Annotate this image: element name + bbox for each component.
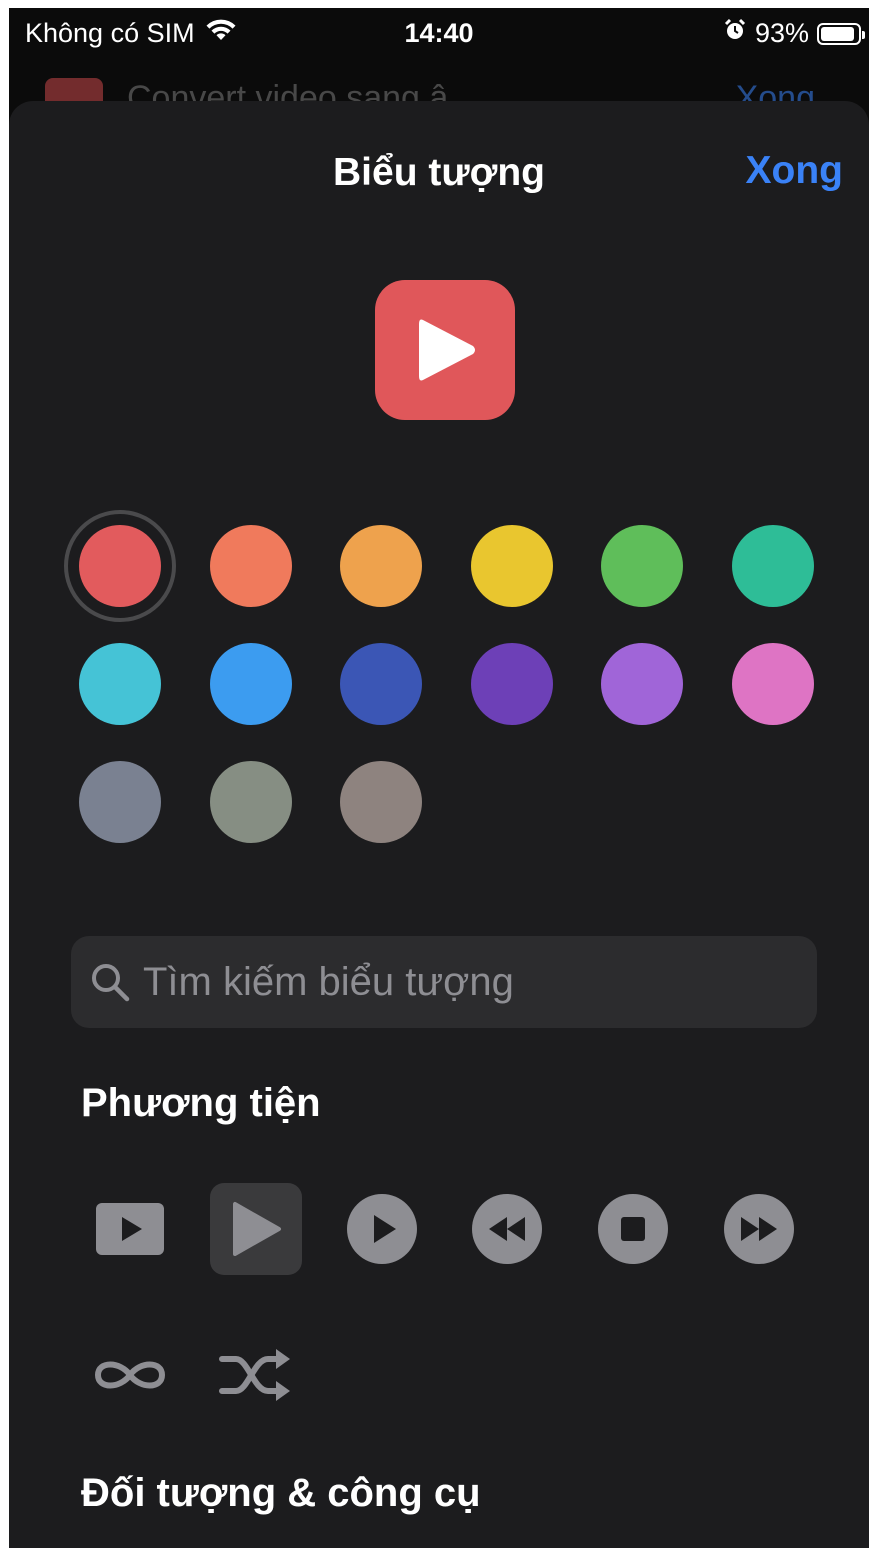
search-icon <box>89 961 131 1003</box>
glyph-forward-circle[interactable] <box>713 1183 805 1275</box>
color-swatch-indigo[interactable] <box>340 643 422 725</box>
play-icon <box>233 1202 281 1256</box>
battery-icon <box>817 22 865 45</box>
section-title-objects-tools: Đối tượng & công cụ <box>81 1471 481 1515</box>
battery-percent: 93% <box>754 18 809 48</box>
color-swatch-orange[interactable] <box>209 525 292 607</box>
glyph-infinity[interactable] <box>84 1329 176 1421</box>
color-swatch-red[interactable] <box>79 525 161 607</box>
color-swatch-yellow[interactable] <box>470 525 553 607</box>
done-button[interactable]: Xong <box>746 149 843 193</box>
section-title-media: Phương tiện <box>81 1081 321 1125</box>
glyph-stop-circle[interactable] <box>587 1183 679 1275</box>
glyph-shuffle[interactable] <box>210 1329 302 1421</box>
shuffle-icon <box>219 1349 290 1401</box>
color-swatch-sage[interactable] <box>209 761 292 843</box>
stop-circle-icon <box>598 1194 668 1264</box>
search-field[interactable] <box>71 936 817 1028</box>
color-swatch-pink[interactable] <box>731 643 814 725</box>
search-input[interactable] <box>141 958 785 1006</box>
infinity-icon <box>94 1361 166 1389</box>
glyph-play-circle[interactable] <box>336 1183 428 1275</box>
color-swatch-teal[interactable] <box>731 525 814 607</box>
color-swatch-amber[interactable] <box>340 525 422 607</box>
forward-circle-icon <box>724 1194 794 1264</box>
color-swatch-taupe[interactable] <box>340 761 422 843</box>
sheet-title: Biểu tượng <box>333 151 545 194</box>
play-icon <box>419 319 475 381</box>
play-rectangle-icon <box>96 1203 164 1255</box>
glyph-play-rectangle[interactable] <box>84 1183 176 1275</box>
screen: Không có SIM 14:40 93% Convert video san… <box>9 8 869 1548</box>
battery-fill <box>821 26 855 41</box>
color-swatch-blue[interactable] <box>209 643 292 725</box>
backward-circle-icon <box>472 1194 542 1264</box>
color-swatch-cyan[interactable] <box>79 643 161 725</box>
glyph-play[interactable] <box>210 1183 302 1275</box>
glyph-backward-circle[interactable] <box>461 1183 553 1275</box>
status-bar: Không có SIM 14:40 93% <box>9 8 869 60</box>
color-swatch-violet[interactable] <box>601 643 683 725</box>
color-swatch-green[interactable] <box>601 525 683 607</box>
icon-preview <box>375 280 515 420</box>
color-swatch-slate[interactable] <box>79 761 161 843</box>
color-swatch-purple[interactable] <box>470 643 553 725</box>
icon-picker-sheet: Biểu tượng Xong Phương tiện <box>9 101 869 1548</box>
play-circle-icon <box>347 1194 417 1264</box>
alarm-icon <box>723 18 747 49</box>
